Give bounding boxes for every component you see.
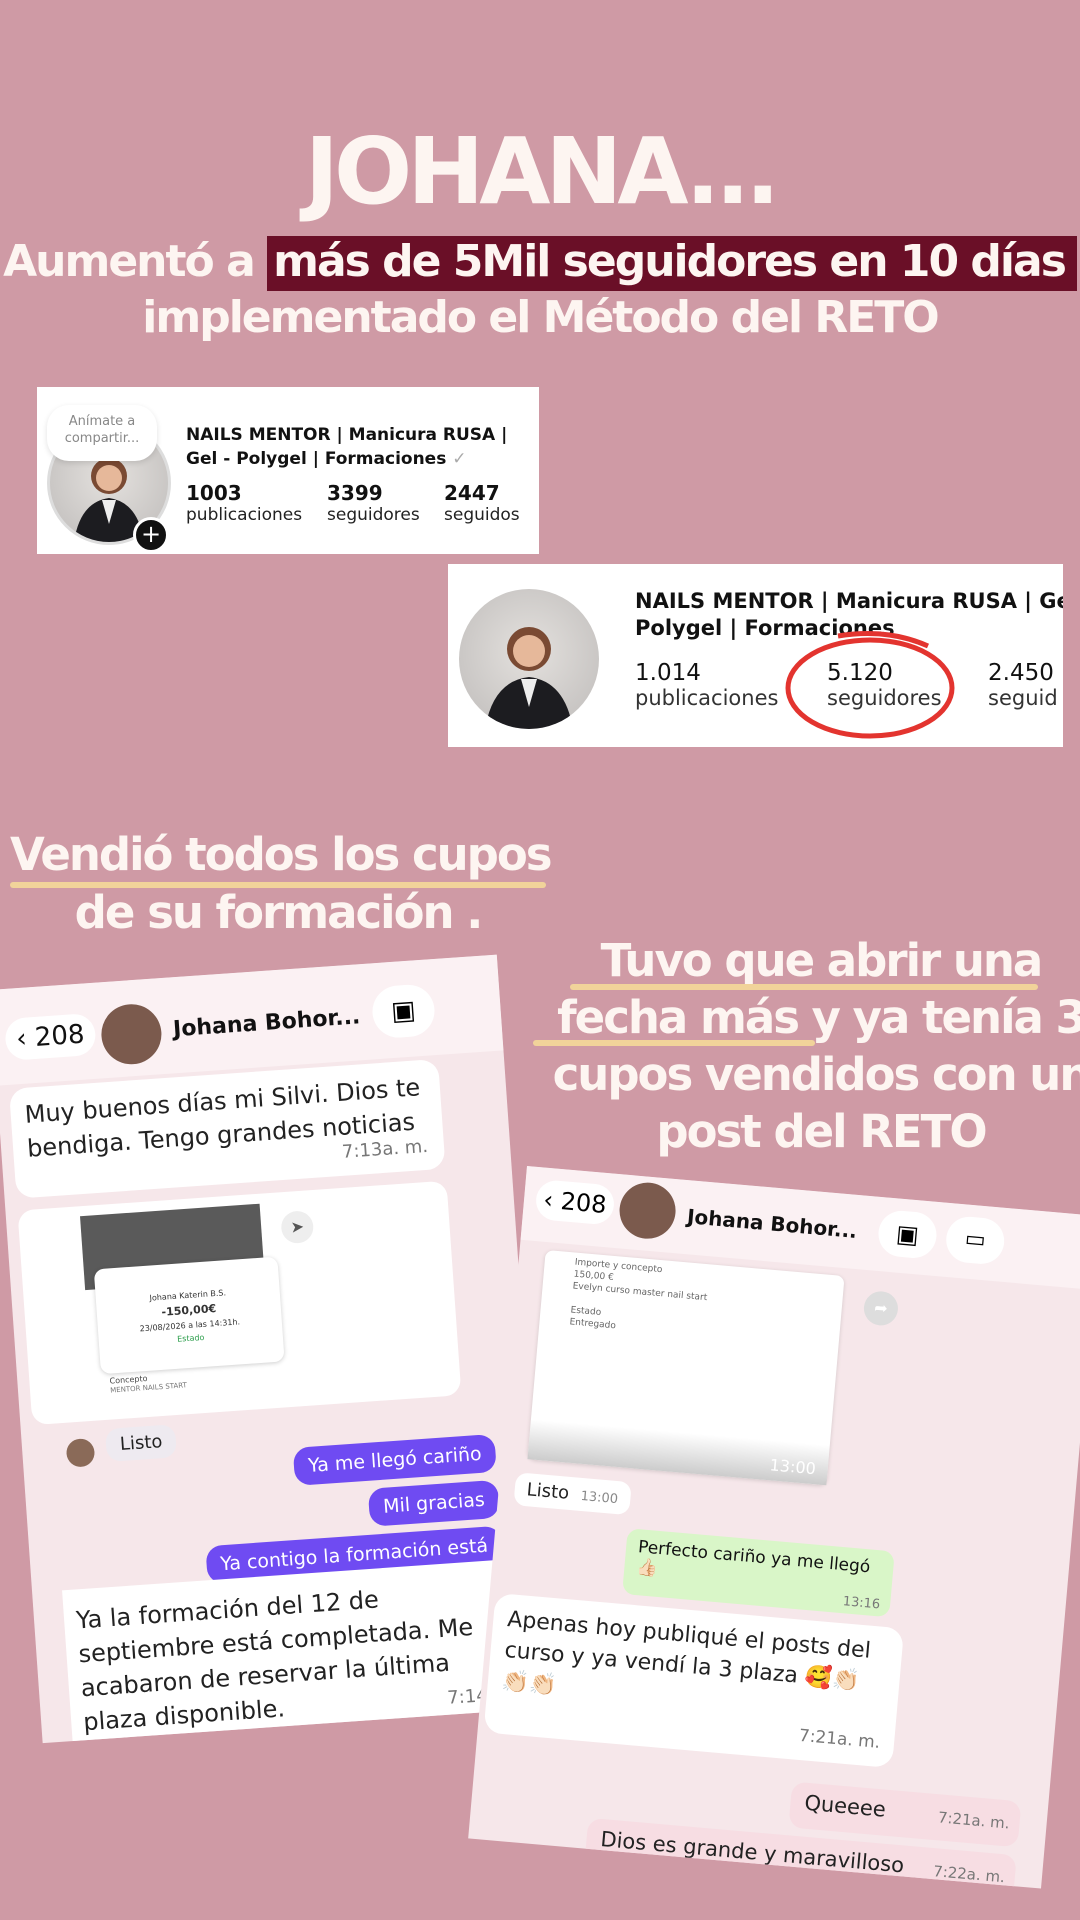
stat-posts[interactable]: 1003 publicaciones <box>186 481 302 525</box>
section-new-date-line-4: post del RETO <box>656 1105 987 1158</box>
contact-avatar[interactable] <box>617 1180 678 1242</box>
back-button[interactable]: ‹ 208 <box>534 1179 616 1226</box>
profile-name-line-1: NAILS MENTOR | Manicura RUSA | <box>186 425 508 445</box>
stat-posts-label: publicaciones <box>635 686 779 710</box>
message-time: 7:13a. m. <box>341 1135 429 1163</box>
listo-message[interactable]: Listo 13:00 <box>513 1472 632 1516</box>
profile-card-after: NAILS MENTOR | Manicura RUSA | Gel - Pol… <box>448 564 1063 747</box>
profile-name-line-2-text: Gel - Polygel | Formaciones <box>186 449 447 469</box>
stat-posts-num: 1003 <box>186 481 242 505</box>
back-arrow-icon: ‹ <box>15 1023 28 1055</box>
profile-name-line-2: Gel - Polygel | Formaciones ✓ <box>186 447 507 471</box>
incoming-message[interactable]: Apenas hoy publiqué el posts del curso y… <box>483 1592 905 1769</box>
section-new-date-line-1: Tuvo que abrir una <box>600 934 1044 987</box>
chat-screenshot-right: ‹ 208 Johana Bohor... ▣ ▭ Importe y conc… <box>468 1166 1080 1889</box>
stat-following-label: seguid <box>988 686 1058 710</box>
document-image[interactable]: Importe y concepto 150,00 € Evelyn curso… <box>527 1249 845 1486</box>
contact-card-icon[interactable]: ▣ <box>876 1208 939 1260</box>
incoming-message[interactable]: Ya la formación del 12 de septiembre est… <box>62 1559 511 1744</box>
message-text: Dios es grande y maravilloso <box>599 1827 906 1878</box>
message-text: Ya la formación del 12 de septiembre est… <box>75 1585 475 1737</box>
document-time: 13:00 <box>768 1455 817 1479</box>
verified-icon: ✓ <box>452 449 467 469</box>
stat-following-label: seguidos <box>444 505 520 525</box>
back-arrow-icon: ‹ <box>542 1185 555 1215</box>
subtitle-line-1: Aumentó a más de 5Mil seguidores en 10 d… <box>0 236 1080 291</box>
contact-name[interactable]: Johana Bohor... <box>686 1204 858 1243</box>
profile-name: NAILS MENTOR | Manicura RUSA | Gel - Pol… <box>186 423 507 471</box>
stat-posts[interactable]: 1.014 publicaciones <box>635 660 778 710</box>
underline <box>533 1040 815 1046</box>
document-text: Importe y concepto 150,00 € Evelyn curso… <box>539 1250 845 1356</box>
person-photo-icon <box>485 627 573 729</box>
listo-message[interactable]: Listo <box>104 1424 178 1462</box>
subtitle-prefix: Aumentó a <box>3 236 268 287</box>
message-time: 7:22a. m. <box>932 1862 1006 1887</box>
avatar <box>459 589 599 729</box>
section-sold-out-line-1: Vendió todos los cupos <box>10 828 553 881</box>
forward-icon[interactable]: ➤ <box>280 1210 315 1245</box>
stat-following-num: 2447 <box>444 481 500 505</box>
stat-following[interactable]: 2447 seguidos <box>444 481 520 525</box>
stat-posts-label: publicaciones <box>186 505 303 525</box>
chat-screenshot-left: ‹ 208 Johana Bohor... ▣ Muy buenos días … <box>0 954 550 1744</box>
contact-avatar[interactable] <box>99 1002 164 1067</box>
outgoing-message[interactable]: Ya me llegó cariño <box>292 1433 497 1486</box>
stat-followers[interactable]: 3399 seguidores <box>327 481 420 525</box>
outgoing-message[interactable]: Perfecto cariño ya me llegó 👍🏻 13:16 <box>622 1528 895 1618</box>
receipt-card: Johana Katerin B.S. -150,00€ 23/08/2026 … <box>93 1256 285 1375</box>
share-note-bubble[interactable]: Anímate a compartir... <box>47 405 157 461</box>
profile-name-line-1: NAILS MENTOR | Manicura RUSA | Gel - <box>635 589 1063 613</box>
outgoing-message[interactable]: Mil gracias <box>367 1479 501 1527</box>
section-new-date-line-2: fecha más y ya tenía 3 <box>557 991 1080 1044</box>
stat-followers-num: 3399 <box>327 481 383 505</box>
underline <box>10 882 546 888</box>
back-count: 208 <box>33 1019 86 1053</box>
message-time: 7:21a. m. <box>937 1808 1011 1833</box>
profile-card-before: + Anímate a compartir... NAILS MENTOR | … <box>37 387 539 554</box>
forward-icon[interactable]: ➦ <box>862 1289 900 1327</box>
message-text: Perfecto cariño ya me llegó 👍🏻 <box>635 1537 872 1579</box>
stat-followers-label: seguidores <box>327 505 420 525</box>
stat-posts-num: 1.014 <box>635 660 701 686</box>
add-story-icon[interactable]: + <box>133 517 169 553</box>
page-title: JOHANA... <box>304 118 780 225</box>
listo-time: 13:00 <box>579 1488 619 1508</box>
contact-name[interactable]: Johana Bohor... <box>172 1004 361 1042</box>
section-new-date: Tuvo que abrir una fecha más y ya tenía … <box>526 932 1080 1160</box>
contact-card-icon[interactable]: ▣ <box>370 983 437 1040</box>
subtitle-line-2: implementado el Método del RETO <box>142 292 939 343</box>
back-count: 208 <box>559 1187 608 1220</box>
message-time: 7:21a. m. <box>798 1725 881 1753</box>
video-call-icon[interactable]: ▭ <box>944 1214 1007 1266</box>
message-time: 13:16 <box>842 1594 881 1613</box>
receipt-message[interactable]: Johana Katerin B.S. -150,00€ 23/08/2026 … <box>17 1180 462 1426</box>
subtitle-highlight: más de 5Mil seguidores en 10 días <box>267 236 1077 291</box>
listo-text: Listo <box>525 1479 571 1504</box>
back-button[interactable]: ‹ 208 <box>4 1012 97 1061</box>
section-sold-out-line-2: de su formación . <box>74 886 484 939</box>
stat-following-num: 2.450 <box>988 660 1054 686</box>
red-circle-annotation <box>785 631 955 739</box>
message-text: Queeee <box>803 1790 887 1822</box>
section-new-date-line-3: cupos vendidos con un <box>552 1048 1080 1101</box>
sender-avatar <box>65 1437 96 1468</box>
underline <box>570 984 1038 990</box>
stat-following[interactable]: 2.450 seguid <box>988 660 1058 710</box>
